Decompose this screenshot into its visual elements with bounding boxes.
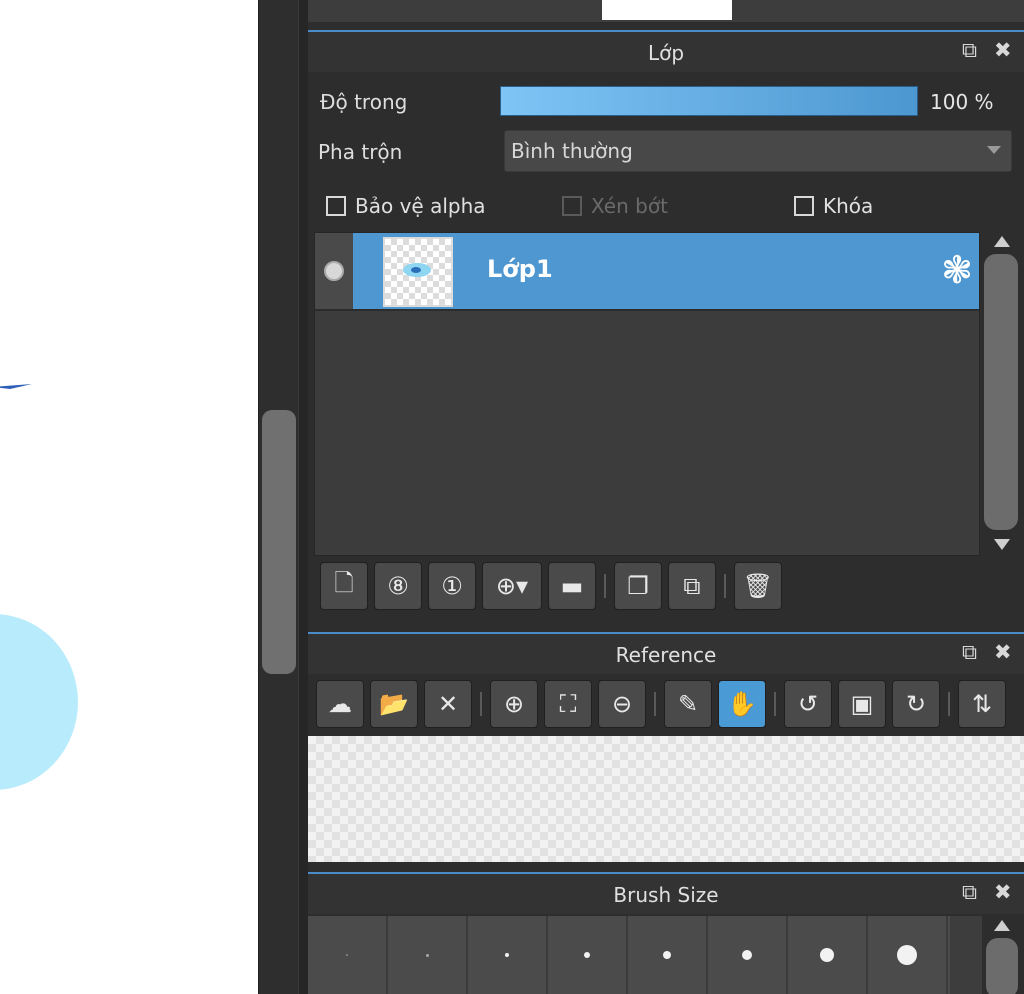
opacity-slider[interactable] (500, 86, 918, 116)
drawing-canvas[interactable] (0, 0, 258, 994)
reference-toolbar: ☁ 📂 ✕ ⊕ ⛶ ⊖ ✎ ✋ ↺ ▣ ↻ ⇅ (316, 680, 1024, 728)
layer-row[interactable]: Lớp1 ❃ (315, 233, 979, 311)
checkbox-label: Khóa (823, 194, 874, 218)
rotate-left-icon[interactable]: ↺ (784, 680, 832, 728)
duplicate-layer-icon[interactable]: ❐ (614, 562, 662, 610)
toolbar-separator (604, 574, 606, 598)
merge-layer-icon[interactable]: ⧉ (668, 562, 716, 610)
actual-size-icon[interactable]: ▣ (838, 680, 886, 728)
brush-dot (505, 953, 509, 957)
layer-panel-header: Lớp ⧉ ✖ (308, 30, 1024, 72)
zoom-out-icon[interactable]: ⊖ (598, 680, 646, 728)
layer-toolbar: 🗋 ⑧ ① ⊕▾ ▬ ❐ ⧉ 🗑 (320, 562, 1024, 610)
layer-thumbnail (383, 237, 453, 307)
visibility-toggle[interactable] (315, 233, 353, 309)
rotate-right-icon[interactable]: ↻ (892, 680, 940, 728)
opacity-value: 100 % (930, 90, 994, 114)
brush-size-option[interactable] (708, 916, 788, 994)
add-layer-dropdown-icon[interactable]: ⊕▾ (482, 562, 542, 610)
hand-icon[interactable]: ✋ (718, 680, 766, 728)
brush-size-option[interactable] (308, 916, 388, 994)
layer-list[interactable]: Lớp1 ❃ (314, 232, 980, 556)
close-panel-icon[interactable]: ✖ (994, 38, 1012, 62)
previous-panel-strip (308, 0, 1024, 22)
brush-size-option[interactable] (468, 916, 548, 994)
brush-dot (346, 954, 348, 956)
new-8bit-layer-icon[interactable]: ⑧ (374, 562, 422, 610)
brush-dot (742, 950, 752, 960)
canvas-scroll-thumb[interactable] (262, 410, 296, 674)
checkbox-label: Xén bớt (591, 194, 668, 218)
brush-dot (663, 951, 671, 959)
protect-alpha-checkbox[interactable]: Bảo vệ alpha (326, 192, 486, 220)
layer-name: Lớp1 (487, 255, 553, 283)
close-panel-icon[interactable]: ✖ (994, 880, 1012, 904)
cloud-download-icon[interactable]: ☁ (316, 680, 364, 728)
new-layer-icon[interactable]: 🗋 (320, 562, 368, 610)
eyedropper-icon[interactable]: ✎ (664, 680, 712, 728)
brush-size-option[interactable] (868, 916, 948, 994)
brush-dot (584, 952, 590, 958)
dock-splitter[interactable] (298, 0, 308, 994)
brush-size-scrollbar[interactable] (982, 916, 1022, 994)
checkbox-box (562, 196, 582, 216)
checkbox-box[interactable] (794, 196, 814, 216)
brush-dot (820, 948, 834, 962)
reference-canvas[interactable] (308, 736, 1024, 862)
checkbox-box[interactable] (326, 196, 346, 216)
canvas-stroke (0, 384, 32, 389)
brush-size-panel-title: Brush Size (613, 883, 719, 907)
toolbar-separator (774, 692, 776, 716)
right-dock: Lớp ⧉ ✖ Độ trong 100 % Pha trộn Bình thư… (308, 0, 1024, 994)
thumbnail-mark (411, 267, 421, 273)
gear-icon[interactable]: ❃ (941, 250, 973, 290)
reference-panel-header: Reference ⧉ ✖ (308, 632, 1024, 674)
scroll-up-icon[interactable] (994, 236, 1010, 247)
brush-size-panel-header: Brush Size ⧉ ✖ (308, 872, 1024, 914)
layer-panel-title: Lớp (647, 41, 685, 65)
brush-size-grid (308, 916, 950, 994)
fit-icon[interactable]: ⛶ (544, 680, 592, 728)
zoom-in-icon[interactable]: ⊕ (490, 680, 538, 728)
open-folder-icon[interactable]: 📂 (370, 680, 418, 728)
blend-label: Pha trộn (318, 140, 403, 164)
brush-size-option[interactable] (788, 916, 868, 994)
popout-icon[interactable]: ⧉ (962, 880, 977, 905)
toolbar-separator (480, 692, 482, 716)
new-folder-icon[interactable]: ▬ (548, 562, 596, 610)
popout-icon[interactable]: ⧉ (962, 38, 977, 63)
canvas-blob (0, 614, 78, 790)
color-preview (602, 0, 732, 20)
chevron-down-icon (987, 146, 1001, 154)
clipping-checkbox: Xén bớt (562, 192, 668, 220)
brush-size-option[interactable] (548, 916, 628, 994)
brush-dot (425, 953, 429, 957)
reference-panel-title: Reference (615, 643, 717, 667)
checkbox-label: Bảo vệ alpha (355, 194, 486, 218)
new-1bit-layer-icon[interactable]: ① (428, 562, 476, 610)
blend-mode-select[interactable]: Bình thường (504, 130, 1012, 172)
flip-icon[interactable]: ⇅ (958, 680, 1006, 728)
blend-mode-value: Bình thường (511, 139, 633, 163)
scroll-down-icon[interactable] (994, 539, 1010, 550)
layer-list-scrollbar[interactable] (982, 232, 1022, 556)
close-icon[interactable]: ✕ (424, 680, 472, 728)
lock-checkbox[interactable]: Khóa (794, 192, 873, 220)
brush-grid-gap (950, 916, 982, 994)
toolbar-separator (724, 574, 726, 598)
brush-size-option[interactable] (388, 916, 468, 994)
scroll-up-icon[interactable] (994, 920, 1010, 931)
delete-layer-icon[interactable]: 🗑 (734, 562, 782, 610)
opacity-label: Độ trong (320, 90, 408, 114)
brush-size-option[interactable] (628, 916, 708, 994)
eye-icon[interactable] (324, 261, 344, 281)
brush-scroll-thumb[interactable] (986, 938, 1018, 994)
brush-dot (897, 945, 917, 965)
canvas-vertical-scrollbar[interactable] (258, 0, 298, 994)
layer-scroll-thumb[interactable] (984, 254, 1018, 530)
toolbar-separator (948, 692, 950, 716)
popout-icon[interactable]: ⧉ (962, 640, 977, 665)
close-panel-icon[interactable]: ✖ (994, 640, 1012, 664)
toolbar-separator (654, 692, 656, 716)
